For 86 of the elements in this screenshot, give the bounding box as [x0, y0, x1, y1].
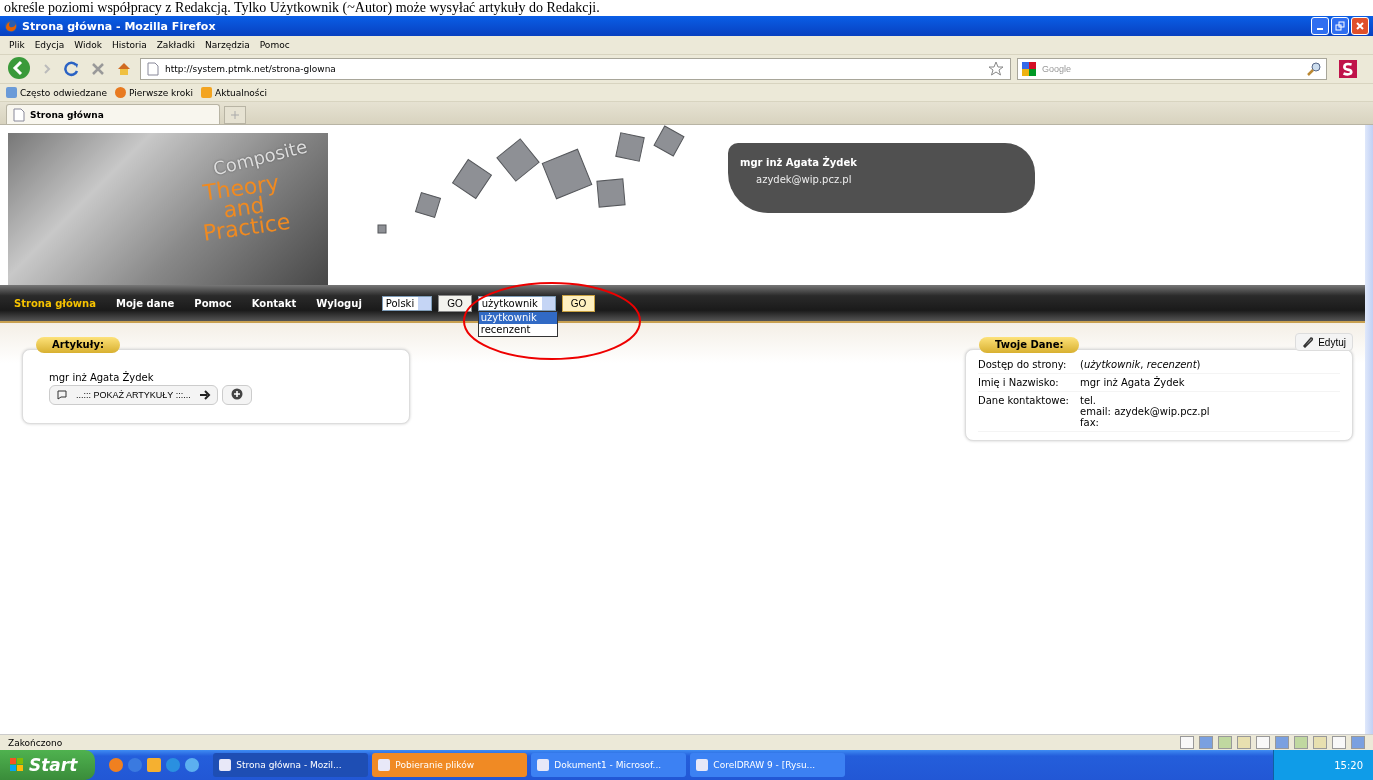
- panel-title: Artykuły:: [36, 337, 120, 353]
- page-icon: [13, 107, 25, 122]
- language-select[interactable]: Polski: [381, 295, 433, 311]
- field-label: Imię i Nazwisko:: [978, 377, 1060, 388]
- search-engine-icon[interactable]: [1022, 62, 1036, 76]
- taskbar-button[interactable]: Dokument1 - Microsof...: [531, 753, 687, 777]
- quick-launch-icon[interactable]: [166, 758, 181, 772]
- go-button[interactable]: GO: [438, 294, 472, 312]
- taskbar-button[interactable]: Strona główna - Mozil...: [213, 753, 369, 777]
- address-field[interactable]: http://system.ptmk.net/strona-glowna: [163, 63, 984, 75]
- role-select[interactable]: użytkownik: [477, 295, 556, 311]
- plus-icon: [230, 109, 240, 120]
- page-icon: [147, 62, 159, 76]
- scrollbar[interactable]: [1365, 125, 1373, 734]
- close-icon: [1355, 21, 1365, 31]
- nav-link[interactable]: Moje dane: [116, 297, 175, 309]
- quick-launch-icon[interactable]: [147, 758, 162, 772]
- restore-button[interactable]: [1331, 17, 1349, 35]
- bookmark-link[interactable]: Często odwiedzane: [6, 87, 107, 98]
- menu-item[interactable]: Pomoc: [254, 40, 295, 50]
- menu-item[interactable]: Narzędzia: [200, 40, 255, 50]
- addon-icon[interactable]: [1339, 60, 1357, 78]
- minimize-button[interactable]: [1311, 17, 1329, 35]
- quick-launch-icon[interactable]: [185, 758, 200, 772]
- toolbar-icon[interactable]: [1332, 736, 1346, 749]
- speech-bubble-icon: [56, 389, 68, 401]
- show-articles-button[interactable]: ...::: POKAŻ ARTYKUŁY :::...: [49, 385, 218, 405]
- home-icon: [116, 61, 132, 77]
- stop-icon: [90, 61, 106, 77]
- document-text: określe poziomi współpracy z Redakcją. Tylko Użytkownik (~Autor) może wysyłać artykuły do Redakcji.: [0, 0, 1373, 16]
- toolbar-icon[interactable]: [1313, 736, 1327, 749]
- dropdown-option[interactable]: recenzent: [478, 323, 557, 336]
- toolbar-icon[interactable]: [1237, 736, 1251, 749]
- field-value: tel.: [1080, 395, 1098, 406]
- restore-icon: [1335, 21, 1345, 31]
- panel-title: Twoje Dane:: [979, 337, 1080, 353]
- nav-link[interactable]: Strona główna: [14, 297, 96, 309]
- quick-launch-icon[interactable]: [109, 758, 124, 772]
- status-text: Zakończono: [8, 737, 63, 748]
- menu-item[interactable]: Edycja: [29, 40, 70, 50]
- nav-link[interactable]: Wyloguj: [316, 297, 362, 309]
- field-value: mgr inż Agata Żydek: [1080, 377, 1185, 388]
- new-tab-button[interactable]: [224, 106, 246, 124]
- quick-launch-icon[interactable]: [128, 758, 143, 772]
- taskbar-button[interactable]: CorelDRAW 9 - [Rysu...: [690, 753, 846, 777]
- arrow-right-icon: [198, 389, 211, 401]
- search-bar[interactable]: Google: [1017, 58, 1327, 80]
- bookmark-link[interactable]: Aktualności: [201, 87, 267, 98]
- menu-item[interactable]: Zakładki: [151, 40, 201, 50]
- edit-button[interactable]: Edytuj: [1295, 333, 1353, 351]
- windows-flag-icon: [10, 758, 24, 772]
- address-bar[interactable]: http://system.ptmk.net/strona-glowna: [140, 58, 1011, 80]
- toolbar-icon[interactable]: [1256, 736, 1270, 749]
- pencil-icon: [1302, 336, 1315, 348]
- bookmark-link[interactable]: Pierwsze kroki: [114, 87, 194, 98]
- field-value: email: azydek@wip.pcz.pl: [1080, 406, 1210, 417]
- firefox-icon: [4, 19, 18, 33]
- field-label: Dostęp do strony:: [978, 359, 1068, 370]
- star-icon[interactable]: [988, 61, 1004, 77]
- go-button[interactable]: GO: [561, 294, 596, 312]
- toolbar-icon[interactable]: [1218, 736, 1232, 749]
- search-icon[interactable]: [1306, 61, 1322, 77]
- search-field[interactable]: Google: [1040, 63, 1302, 75]
- minimize-icon: [1317, 28, 1323, 30]
- nav-link[interactable]: Pomoc: [194, 297, 232, 309]
- toolbar-icon[interactable]: [1294, 736, 1308, 749]
- clock: 15:20: [1334, 759, 1363, 771]
- window-title: Strona główna - Mozilla Firefox: [22, 19, 216, 33]
- nav-link[interactable]: Kontakt: [251, 297, 297, 309]
- user-email: azydek@wip.pcz.pl: [755, 174, 853, 185]
- menu-item[interactable]: Historia: [107, 40, 152, 50]
- back-button[interactable]: [6, 56, 32, 82]
- user-name: mgr inż Agata Żydek: [740, 157, 858, 168]
- dropdown-option[interactable]: użytkownik: [478, 311, 557, 324]
- reload-icon: [64, 61, 80, 77]
- close-button[interactable]: [1351, 17, 1369, 35]
- author-name: mgr inż Agata Żydek: [49, 372, 155, 383]
- field-value: (użytkownik, recenzent): [1080, 359, 1201, 370]
- browser-tab[interactable]: Strona główna: [6, 104, 220, 124]
- plus-icon: [230, 388, 243, 400]
- field-label: Dane kontaktowe:: [978, 395, 1070, 408]
- menu-item[interactable]: Plik: [4, 40, 30, 50]
- field-value: fax:: [1080, 417, 1100, 428]
- add-button[interactable]: [221, 385, 252, 405]
- toolbar-icon[interactable]: [1180, 736, 1194, 749]
- menu-item[interactable]: Widok: [69, 40, 107, 50]
